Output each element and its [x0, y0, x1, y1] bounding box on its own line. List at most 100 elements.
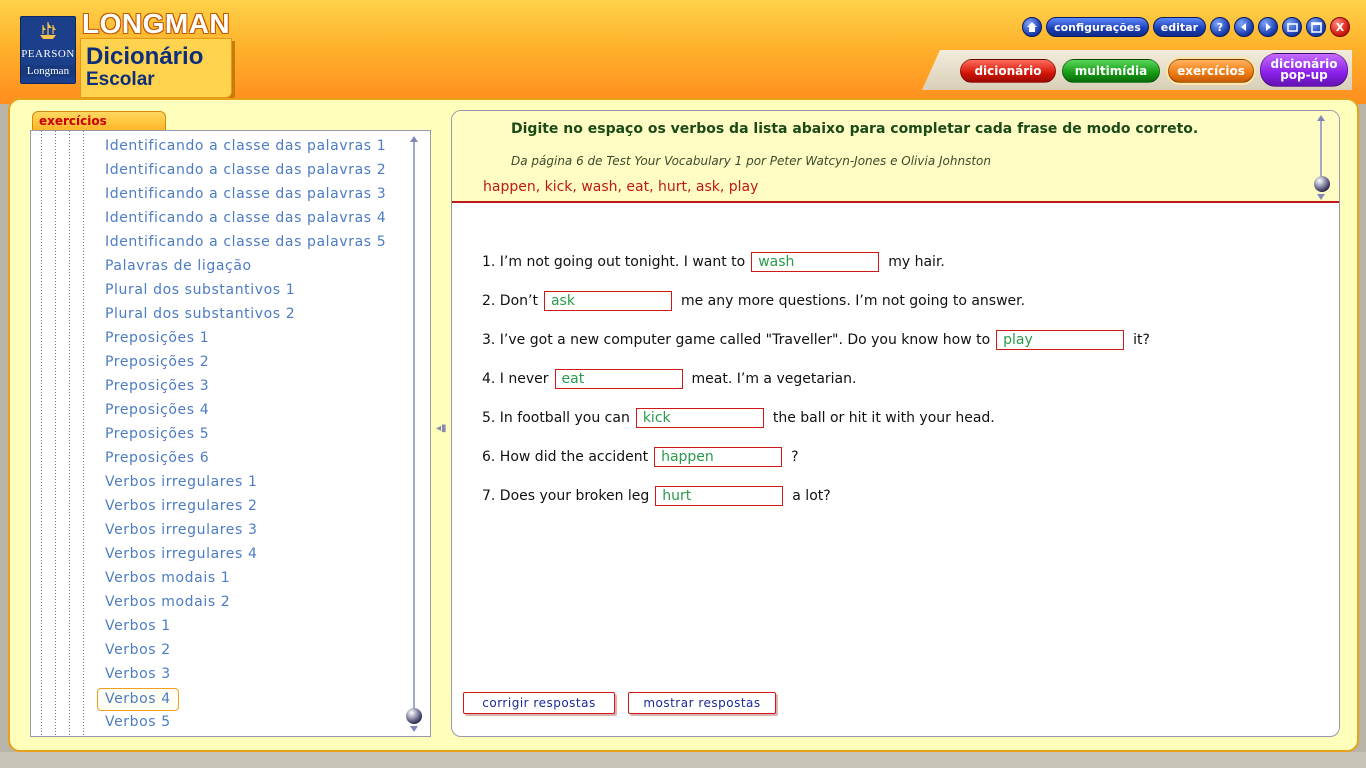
- exercise-list-item[interactable]: Identificando a classe das palavras 5: [105, 232, 386, 253]
- forward-button[interactable]: [1258, 17, 1278, 37]
- popup-label-line2: pop-up: [1280, 68, 1328, 82]
- word-list: happen, kick, wash, eat, hurt, ask, play: [483, 179, 759, 195]
- taskbar-strip: [0, 752, 1366, 768]
- exercise-list-item[interactable]: Preposições 3: [105, 376, 209, 397]
- pearson-logo: PEARSON Longman: [20, 16, 76, 84]
- scroll-down-icon[interactable]: [410, 726, 418, 732]
- exercise-list-item[interactable]: Plural dos substantivos 2: [105, 304, 295, 325]
- exercise-list-item[interactable]: Verbos modais 1: [105, 568, 230, 589]
- question-text-before: 5. In football you can: [482, 410, 630, 426]
- back-button[interactable]: [1234, 17, 1254, 37]
- question-7: 7. Does your broken leg hurt a lot?: [482, 485, 831, 507]
- exercise-list-item[interactable]: Verbos 2: [105, 640, 171, 661]
- exercise-list-item[interactable]: Verbos irregulares 4: [105, 544, 257, 565]
- exercise-list-item[interactable]: Palavras de ligação: [105, 256, 252, 277]
- instructions-scroll-down-icon[interactable]: [1317, 194, 1325, 200]
- question-text-before: 3. I’ve got a new computer game called "…: [482, 332, 991, 348]
- restore-button[interactable]: [1282, 17, 1302, 37]
- answer-input[interactable]: wash: [751, 252, 880, 272]
- publisher-bottom: Longman: [21, 65, 75, 77]
- exercise-list-item[interactable]: Preposições 1: [105, 328, 209, 349]
- exercise-list-item[interactable]: Verbos modais 2: [105, 592, 230, 613]
- exercise-list-item[interactable]: Verbos 4: [97, 688, 179, 711]
- question-text-before: 1. I’m not going out tonight. I want to: [482, 254, 746, 270]
- question-text-before: 4. I never: [482, 371, 549, 387]
- check-answers-button[interactable]: corrigir respostas: [463, 692, 615, 714]
- product-name-line2: Escolar: [86, 69, 155, 90]
- answer-input[interactable]: kick: [635, 408, 764, 428]
- answer-input[interactable]: hurt: [655, 486, 784, 506]
- question-text-after: meat. I’m a vegetarian.: [691, 371, 857, 387]
- exercise-list-panel: Identificando a classe das palavras 1 Ide…: [30, 130, 431, 737]
- app-header: PEARSON Longman LONGMAN Dicionário Escol…: [0, 0, 1366, 104]
- window-controls: configurações editar ? X: [1022, 17, 1350, 37]
- question-text-before: 7. Does your broken leg: [482, 488, 650, 504]
- arrow-right-icon: [1266, 23, 1271, 31]
- ship-icon: [40, 22, 56, 39]
- exercise-list-item[interactable]: Verbos irregulares 3: [105, 520, 257, 541]
- sidebar-tab-exercicios[interactable]: exercícios: [32, 111, 166, 131]
- instruction-text: Digite no espaço os verbos da lista abai…: [511, 121, 1199, 137]
- question-text-after: it?: [1133, 332, 1150, 348]
- answer-input[interactable]: play: [996, 330, 1125, 350]
- exercise-list-item[interactable]: Verbos 1: [105, 616, 171, 637]
- exercise-list-item[interactable]: Verbos irregulares 1: [105, 472, 257, 493]
- window-icon: [1286, 22, 1298, 32]
- panel-splitter-icon[interactable]: ◂▮: [436, 423, 447, 434]
- exercise-list-item[interactable]: Plural dos substantivos 1: [105, 280, 295, 301]
- tree-guides: [41, 131, 91, 736]
- exercise-list-item[interactable]: Preposições 2: [105, 352, 209, 373]
- settings-button[interactable]: configurações: [1046, 17, 1149, 37]
- exercise-list-item[interactable]: Identificando a classe das palavras 4: [105, 208, 386, 229]
- question-6: 6. How did the accident happen?: [482, 446, 799, 468]
- exercise-list-item[interactable]: Preposições 4: [105, 400, 209, 421]
- edit-button[interactable]: editar: [1152, 17, 1206, 37]
- question-5: 5. In football you can kick the ball or hi…: [482, 407, 995, 429]
- exercise-list-item[interactable]: Identificando a classe das palavras 2: [105, 160, 386, 181]
- sidebar-scroll-thumb[interactable]: [406, 708, 422, 724]
- source-citation: Da página 6 de Test Your Vocabulary 1 po…: [511, 154, 991, 168]
- question-text-after: ?: [791, 449, 799, 465]
- exercise-panel: Digite no espaço os verbos da lista abai…: [451, 110, 1340, 737]
- exercise-list-item[interactable]: Preposições 5: [105, 424, 209, 445]
- tab-dicionario-popup[interactable]: dicionário pop-up: [1260, 53, 1348, 87]
- exercise-list-item[interactable]: Preposições 6: [105, 448, 209, 469]
- help-button[interactable]: ?: [1210, 17, 1230, 37]
- question-3: 3. I’ve got a new computer game called "…: [482, 329, 1150, 351]
- publisher-top: PEARSON: [21, 48, 75, 60]
- question-text-after: my hair.: [888, 254, 945, 270]
- answer-input[interactable]: happen: [654, 447, 783, 467]
- tab-multimidia[interactable]: multimídia: [1062, 59, 1160, 83]
- maximize-button[interactable]: [1306, 17, 1326, 37]
- close-button[interactable]: X: [1330, 17, 1350, 37]
- question-1: 1. I’m not going out tonight. I want to w…: [482, 251, 945, 273]
- tab-exercicios[interactable]: exercícios: [1168, 59, 1254, 83]
- instructions-scroll-thumb[interactable]: [1314, 176, 1330, 192]
- tab-dicionario[interactable]: dicionário: [960, 59, 1056, 83]
- question-text-after: a lot?: [792, 488, 831, 504]
- exercise-list-item[interactable]: Verbos 3: [105, 664, 171, 685]
- home-icon: [1027, 22, 1038, 32]
- brand-title: LONGMAN: [82, 8, 231, 39]
- maximize-icon: [1310, 21, 1322, 33]
- question-text-after: me any more questions. I’m not going to …: [680, 293, 1026, 309]
- question-4: 4. I never eat meat. I’m a vegetarian.: [482, 368, 856, 390]
- question-text-after: the ball or hit it with your head.: [772, 410, 995, 426]
- answer-input[interactable]: eat: [554, 369, 683, 389]
- home-button[interactable]: [1022, 17, 1043, 37]
- exercise-list-item[interactable]: Verbos 5: [105, 712, 171, 733]
- instructions-scroll-up-icon[interactable]: [1317, 115, 1325, 121]
- product-logo: Dicionário Escolar: [80, 38, 232, 98]
- sidebar-scrollbar-track[interactable]: [413, 141, 415, 721]
- instructions-box: Digite no espaço os verbos da lista abai…: [452, 111, 1339, 203]
- question-text-before: 2. Don’t: [482, 293, 538, 309]
- show-answers-button[interactable]: mostrar respostas: [628, 692, 776, 714]
- exercise-list-item[interactable]: Verbos irregulares 2: [105, 496, 257, 517]
- answer-input[interactable]: ask: [543, 291, 672, 311]
- exercise-list-item[interactable]: Identificando a classe das palavras 3: [105, 184, 386, 205]
- main-navigation: dicionário multimídia exercícios dicioná…: [922, 50, 1352, 90]
- scroll-up-icon[interactable]: [410, 136, 418, 142]
- question-2: 2. Don’t ask me any more questions. I’m no…: [482, 290, 1025, 312]
- exercise-list-item[interactable]: Identificando a classe das palavras 1: [105, 136, 386, 157]
- arrow-left-icon: [1241, 23, 1246, 31]
